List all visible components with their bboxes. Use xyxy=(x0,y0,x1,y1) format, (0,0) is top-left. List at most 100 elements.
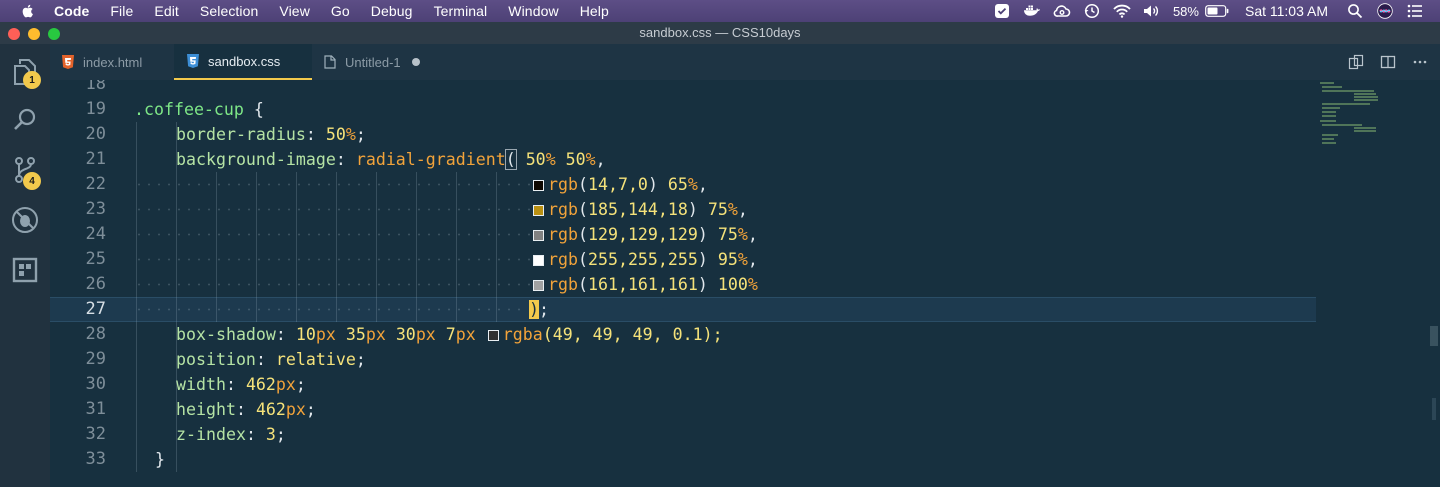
explorer-button[interactable]: 1 xyxy=(9,56,41,89)
number: 50 xyxy=(555,150,586,169)
menu-go[interactable]: Go xyxy=(331,3,350,19)
number: 462 xyxy=(245,375,276,394)
checkmark-app-icon[interactable] xyxy=(993,3,1011,19)
indent-guide xyxy=(256,172,257,322)
creative-cloud-icon[interactable] xyxy=(1053,3,1071,19)
minimap-line xyxy=(1322,107,1340,109)
code-text[interactable]: rgb(255,255,255) 95%, xyxy=(530,247,758,272)
clock[interactable]: Sat 11:03 AM xyxy=(1245,3,1328,19)
css-property: height xyxy=(176,400,236,419)
more-actions-button[interactable] xyxy=(1412,54,1428,70)
code-line: 24 rgb(129,129,129) 75%, xyxy=(50,222,1316,247)
window-minimize-button[interactable] xyxy=(28,28,40,40)
tab-sandbox-css[interactable]: sandbox.css xyxy=(174,44,312,80)
wifi-icon[interactable] xyxy=(1113,3,1131,19)
color-swatch[interactable] xyxy=(533,230,544,241)
code-text[interactable]: rgb(14,7,0) 65%, xyxy=(530,172,708,197)
menu-view[interactable]: View xyxy=(279,3,310,19)
punctuation: ) xyxy=(697,225,718,244)
vertical-scrollbar-thumb[interactable] xyxy=(1430,326,1438,346)
punctuation: : xyxy=(275,325,296,344)
split-editor-button[interactable] xyxy=(1380,54,1396,70)
menu-debug[interactable]: Debug xyxy=(371,3,413,19)
code-line: 28 box-shadow: 10px 35px 30px 7px rgba(4… xyxy=(50,322,1316,347)
code-text[interactable]: } xyxy=(155,447,165,472)
code-text[interactable]: z-index: 3; xyxy=(176,422,286,447)
extensions-button[interactable] xyxy=(9,254,41,286)
punctuation: ; xyxy=(355,350,366,369)
menu-file[interactable]: File xyxy=(110,3,133,19)
code-text[interactable]: border-radius: 50%; xyxy=(176,122,366,147)
code-text[interactable]: ); xyxy=(529,297,549,322)
battery-icon[interactable] xyxy=(1205,3,1229,19)
color-swatch[interactable] xyxy=(487,330,499,341)
status-area: 58% Sat 11:03 AM xyxy=(993,0,1440,22)
window-close-button[interactable] xyxy=(8,28,20,40)
unsaved-dot[interactable] xyxy=(411,58,420,66)
line-number: 31 xyxy=(85,399,106,419)
code-text[interactable]: height: 462px; xyxy=(176,397,316,422)
number: 462 xyxy=(255,400,286,419)
tab-untitled-1[interactable]: Untitled-1 xyxy=(312,44,436,80)
color-swatch[interactable] xyxy=(533,255,544,266)
time-machine-icon[interactable] xyxy=(1083,3,1101,19)
code-text[interactable]: rgb(185,144,18) 75%, xyxy=(530,197,748,222)
menu-terminal[interactable]: Terminal xyxy=(434,3,488,19)
code-line: 19 .coffee-cup { xyxy=(50,97,1316,122)
code-text[interactable]: rgb(129,129,129) 75%, xyxy=(530,222,758,247)
search-icon xyxy=(14,108,36,130)
editor-tab-bar: index.html sandbox.css Untitled-1 xyxy=(50,44,1440,80)
punctuation: ( xyxy=(577,175,588,194)
color-swatch[interactable] xyxy=(533,280,544,291)
minimap-line xyxy=(1354,99,1378,101)
line-number: 23 xyxy=(85,199,106,219)
code-text[interactable]: position: relative; xyxy=(176,347,366,372)
line-number: 21 xyxy=(85,149,106,169)
color-swatch[interactable] xyxy=(533,180,544,191)
css-function: rgba xyxy=(502,325,543,344)
menu-selection[interactable]: Selection xyxy=(200,3,259,19)
debug-button[interactable] xyxy=(9,204,41,236)
menu-window[interactable]: Window xyxy=(508,3,558,19)
code-text[interactable]: rgb(161,161,161) 100% xyxy=(530,272,758,297)
punctuation: ; xyxy=(305,400,316,419)
code-line: 20 border-radius: 50%; xyxy=(50,122,1316,147)
volume-icon[interactable] xyxy=(1143,3,1161,19)
matching-bracket-close: ) xyxy=(529,300,539,319)
menu-help[interactable]: Help xyxy=(580,3,609,19)
punctuation: : xyxy=(305,125,326,144)
minimap[interactable] xyxy=(1316,80,1426,487)
debug-icon xyxy=(12,207,38,233)
code-editor[interactable]: 18 19 .coffee-cup { 20 border-radius: 50… xyxy=(50,80,1440,487)
number: 185,144,18 xyxy=(587,200,688,219)
line-number: 19 xyxy=(85,99,106,119)
menu-edit[interactable]: Edit xyxy=(154,3,179,19)
punctuation xyxy=(476,325,486,344)
battery-percent[interactable]: 58% xyxy=(1173,4,1199,19)
window-titlebar: sandbox.css — CSS10days xyxy=(0,22,1440,44)
number: 3 xyxy=(265,425,276,444)
code-text[interactable]: background-image: radial-gradient( 50% 5… xyxy=(176,147,606,172)
tab-label: Untitled-1 xyxy=(345,54,401,70)
css-function: rgb xyxy=(548,200,578,219)
code-text[interactable]: .coffee-cup { xyxy=(134,97,264,122)
css-selector: .coffee-cup xyxy=(134,100,244,119)
color-swatch[interactable] xyxy=(533,205,544,216)
tab-index-html[interactable]: index.html xyxy=(50,44,174,80)
docker-icon[interactable] xyxy=(1023,3,1041,19)
apple-icon[interactable] xyxy=(20,3,36,19)
siri-icon[interactable] xyxy=(1376,3,1394,19)
punctuation: ) xyxy=(697,250,718,269)
menu-app-name[interactable]: Code xyxy=(54,3,89,19)
css-property: width xyxy=(176,375,226,394)
editor-actions xyxy=(1332,44,1428,80)
window-zoom-button[interactable] xyxy=(48,28,60,40)
code-text[interactable]: box-shadow: 10px 35px 30px 7px rgba(49, … xyxy=(176,322,723,347)
open-changes-button[interactable] xyxy=(1348,54,1364,70)
source-control-button[interactable]: 4 xyxy=(9,154,41,190)
spotlight-search-icon[interactable] xyxy=(1346,3,1364,19)
css-function: rgb xyxy=(548,250,578,269)
code-text[interactable]: width: 462px; xyxy=(176,372,306,397)
search-button[interactable] xyxy=(9,104,41,136)
notification-center-icon[interactable] xyxy=(1406,3,1424,19)
